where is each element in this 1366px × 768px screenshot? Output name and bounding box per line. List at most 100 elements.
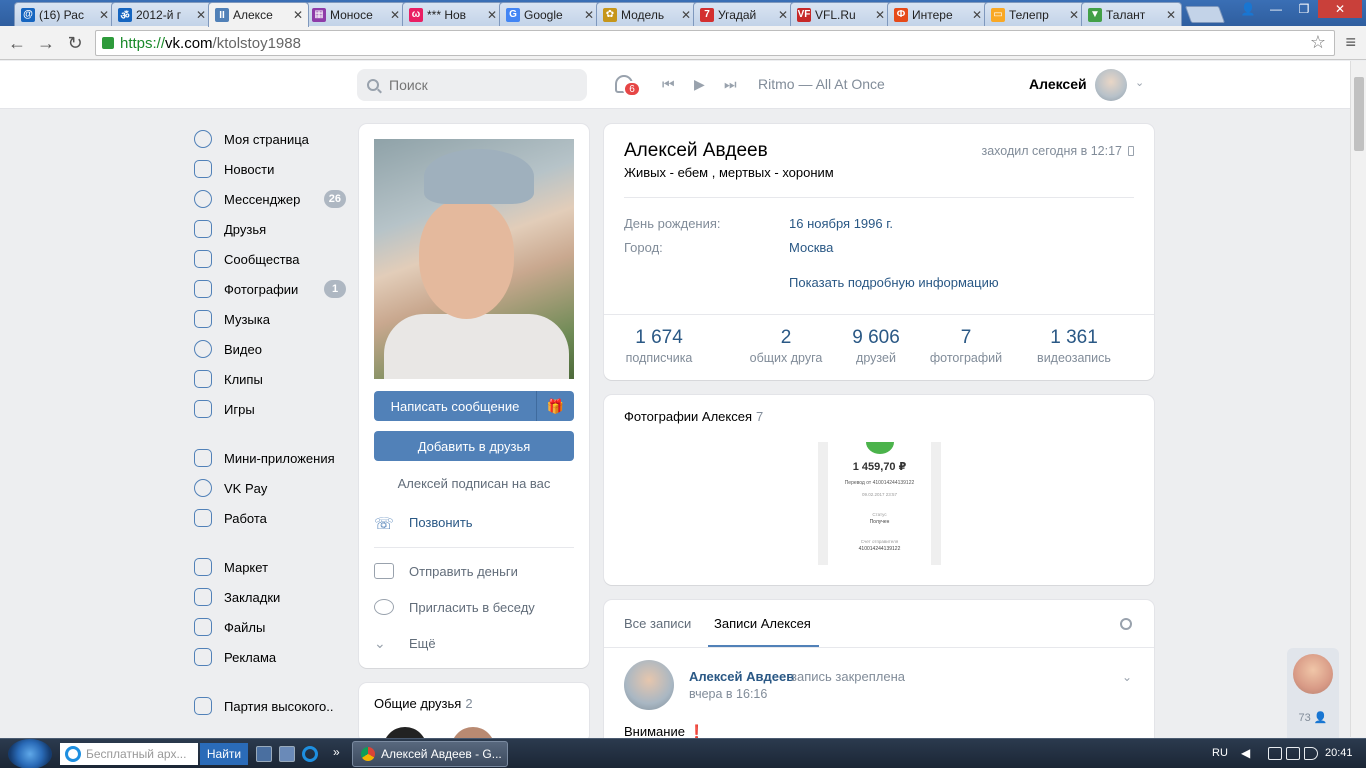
photos-title[interactable]: Фотографии Алексея 7 [624, 409, 763, 424]
close-tab-icon[interactable]: ✕ [486, 8, 498, 22]
reload-button[interactable]: ↻ [64, 32, 86, 54]
search-input[interactable] [389, 77, 559, 93]
menu-item[interactable]: Мессенджер 26 [194, 184, 346, 214]
search-icon[interactable] [1120, 618, 1132, 630]
send-money-action[interactable]: Отправить деньги [374, 561, 518, 581]
close-tab-icon[interactable]: ✕ [971, 8, 983, 22]
explorer-icon[interactable] [279, 746, 295, 762]
back-button[interactable]: ← [6, 32, 28, 54]
browser-tab[interactable]: II Алексе ✕ [208, 2, 309, 27]
browser-tab[interactable]: VF VFL.Ru ✕ [790, 2, 891, 26]
photo-thumbnail[interactable]: 1 459,70 ₽ Перевод от 410014244139122 09… [818, 442, 941, 565]
menu-item[interactable]: Видео [194, 334, 346, 364]
close-tab-icon[interactable]: ✕ [195, 8, 207, 22]
header-user-name[interactable]: Алексей [1029, 76, 1087, 92]
menu-item[interactable]: Партия высокого.. [194, 691, 346, 721]
profile-counter[interactable]: 7 фотографий [916, 327, 1016, 365]
browser-tab[interactable]: ✿ Модель ✕ [596, 2, 697, 26]
menu-item[interactable]: Фотографии 1 [194, 274, 346, 304]
menu-item[interactable]: Друзья [194, 214, 346, 244]
menu-item[interactable]: Игры [194, 394, 346, 424]
show-more-info-link[interactable]: Показать подробную информацию [789, 275, 999, 290]
chevron-down-icon[interactable]: ⌄ [1135, 76, 1144, 89]
browser-tab[interactable]: ॐ 2012-й г ✕ [111, 2, 212, 26]
language-indicator[interactable]: RU [1212, 747, 1228, 759]
tab-all-posts[interactable]: Все записи [624, 616, 691, 631]
profile-counter[interactable]: 1 361 видеозапись [1024, 327, 1124, 365]
play-icon[interactable]: ▶ [694, 76, 705, 93]
system-clock[interactable]: 20:41 [1325, 747, 1353, 759]
menu-item[interactable]: Файлы [194, 612, 346, 642]
start-button[interactable] [8, 739, 52, 768]
invite-chat-action[interactable]: Пригласить в беседу [374, 597, 535, 617]
quick-launch-more[interactable]: » [333, 745, 340, 759]
browser-tab[interactable]: ▭ Телепр ✕ [984, 2, 1085, 26]
menu-item[interactable]: Мини-приложения [194, 443, 346, 473]
browser-menu-icon[interactable]: ≡ [1345, 32, 1356, 53]
internet-explorer-icon[interactable] [302, 746, 318, 762]
menu-item[interactable]: VK Pay [194, 473, 346, 503]
close-tab-icon[interactable]: ✕ [389, 8, 401, 22]
close-tab-icon[interactable]: ✕ [680, 8, 692, 22]
menu-item[interactable]: Закладки [194, 582, 346, 612]
close-tab-icon[interactable]: ✕ [583, 8, 595, 22]
page-scrollbar[interactable] [1350, 61, 1366, 737]
menu-item[interactable]: Реклама [194, 642, 346, 672]
gift-icon[interactable]: 🎁 [536, 391, 574, 421]
tray-app-icon[interactable] [1268, 747, 1282, 760]
menu-item[interactable]: Клипы [194, 364, 346, 394]
add-friend-button[interactable]: Добавить в друзья [374, 431, 574, 461]
bookmark-star-icon[interactable]: ☆ [1310, 32, 1326, 53]
close-tab-icon[interactable]: ✕ [98, 8, 110, 22]
browser-tab[interactable]: ▦ Моносе ✕ [305, 2, 406, 26]
taskbar-chrome-window[interactable]: Алексей Авдеев - G... [352, 741, 508, 767]
common-friends-title[interactable]: Общие друзья 2 [374, 696, 473, 711]
city-value[interactable]: Москва [789, 240, 833, 255]
birthday-value[interactable]: 16 ноября 1996 г. [789, 216, 893, 231]
profile-counter[interactable]: 9 606 друзей [826, 327, 926, 365]
menu-item[interactable]: Музыка [194, 304, 346, 334]
network-icon[interactable] [1286, 747, 1300, 760]
menu-item[interactable]: Маркет [194, 552, 346, 582]
more-actions[interactable]: ⌄ Ещё [374, 633, 436, 653]
menu-item[interactable]: Работа [194, 503, 346, 533]
profile-counter[interactable]: 1 674 подписчика [609, 327, 709, 365]
address-bar[interactable]: https://vk.com/ktolstoy1988 ☆ [95, 30, 1335, 56]
browser-tab[interactable]: ▼ Талант ✕ [1081, 2, 1182, 26]
close-tab-icon[interactable]: ✕ [777, 8, 789, 22]
menu-item[interactable]: Моя страница [194, 124, 346, 154]
chat-widget-avatar[interactable] [1293, 654, 1333, 694]
call-action[interactable]: ☏ Позвонить [374, 512, 473, 534]
chevron-down-icon[interactable]: ⌄ [1122, 670, 1132, 684]
browser-tab[interactable]: ω *** Нов ✕ [402, 2, 503, 26]
previous-track-icon[interactable]: ⏮ [662, 76, 675, 93]
write-message-button[interactable]: Написать сообщение 🎁 [374, 391, 574, 421]
profile-icon[interactable]: 👤 [1234, 0, 1262, 18]
tray-expand-icon[interactable]: ◀ [1241, 746, 1250, 760]
close-window-button[interactable]: ✕ [1318, 0, 1362, 18]
tab-own-posts[interactable]: Записи Алексея [714, 616, 811, 631]
close-tab-icon[interactable]: ✕ [1068, 8, 1080, 22]
profile-photo[interactable] [374, 139, 574, 379]
close-tab-icon[interactable]: ✕ [292, 8, 304, 22]
maximize-button[interactable]: ❐ [1290, 0, 1318, 18]
browser-tab[interactable]: Ф Интере ✕ [887, 2, 988, 26]
browser-tab[interactable]: 7 Угадай ✕ [693, 2, 794, 26]
close-tab-icon[interactable]: ✕ [874, 8, 886, 22]
current-track-title[interactable]: Ritmo — All At Once [758, 76, 885, 92]
profile-counter[interactable]: 2 общих друга [736, 327, 836, 365]
post-time[interactable]: вчера в 16:16 [689, 687, 767, 701]
scrollbar-thumb[interactable] [1354, 77, 1364, 151]
browser-tab[interactable]: G Google ✕ [499, 2, 600, 26]
post-author-name[interactable]: Алексей Авдеев [689, 669, 794, 684]
taskbar-find-button[interactable]: Найти [200, 743, 248, 765]
search-box[interactable] [357, 69, 587, 101]
chat-widget[interactable]: 73 👤 [1287, 648, 1339, 738]
menu-item[interactable]: Новости [194, 154, 346, 184]
new-tab-button[interactable] [1184, 6, 1226, 23]
volume-icon[interactable] [1304, 747, 1318, 760]
show-desktop-icon[interactable] [256, 746, 272, 762]
header-avatar[interactable] [1095, 69, 1127, 101]
taskbar-search-field[interactable]: Бесплатный арх... [60, 743, 198, 765]
browser-tab[interactable]: @ (16) Рас ✕ [14, 2, 115, 26]
